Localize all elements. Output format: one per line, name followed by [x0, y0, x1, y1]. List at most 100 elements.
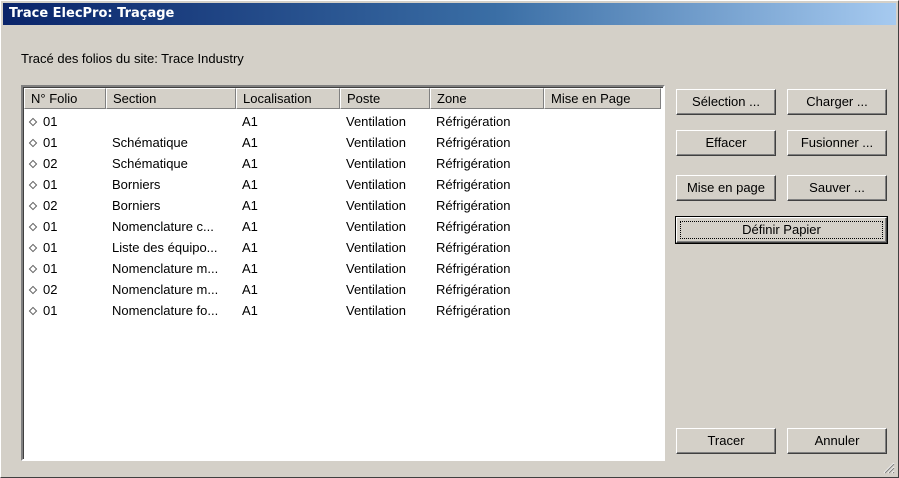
zone-cell-text: Réfrigération [436, 135, 511, 150]
section-cell: Nomenclature c... [106, 216, 236, 237]
section-cell-text: Liste des équipo... [112, 240, 218, 255]
list-item[interactable]: 02 Schématique A1 Ventilation Réfrigération [24, 153, 662, 174]
list-item[interactable]: 02 Nomenclature m... A1 Ventilation Réfrigér… [24, 279, 662, 300]
column-header-localisation[interactable]: Localisation [236, 88, 340, 109]
poste-cell-text: Ventilation [346, 156, 406, 171]
column-header-mise-en-page[interactable]: Mise en Page [544, 88, 661, 109]
section-cell-text: Nomenclature m... [112, 282, 219, 297]
diamond-icon [28, 306, 38, 315]
poste-cell: Ventilation [340, 279, 430, 300]
diamond-icon [28, 243, 38, 252]
list-item[interactable]: 01 Nomenclature fo... A1 Ventilation Réfrigé… [24, 300, 662, 321]
window-title: Trace ElecPro: Traçage [3, 3, 896, 25]
zone-cell-text: Réfrigération [436, 114, 511, 129]
folio-cell-text: 02 [43, 156, 58, 171]
poste-cell: Ventilation [340, 111, 430, 132]
zone-cell-text: Réfrigération [436, 261, 511, 276]
folio-list[interactable]: N° Folio Section Localisation Poste Zone… [21, 85, 665, 461]
tracer-button[interactable]: Tracer [676, 428, 776, 454]
selection-button[interactable]: Sélection ... [676, 89, 776, 115]
folio-cell: 01 [24, 258, 106, 279]
resize-grip-icon[interactable] [883, 462, 895, 474]
list-item[interactable]: 01 Liste des équipo... A1 Ventilation Réfrig… [24, 237, 662, 258]
list-item[interactable]: 01 A1 Ventilation Réfrigération [24, 111, 662, 132]
list-item[interactable]: 01 Nomenclature c... A1 Ventilation Réfrigér… [24, 216, 662, 237]
zone-cell: Réfrigération [430, 300, 544, 321]
column-header-folio[interactable]: N° Folio [24, 88, 106, 109]
folio-cell-text: 01 [43, 303, 58, 318]
localisation-cell-text: A1 [242, 282, 258, 297]
zone-cell: Réfrigération [430, 279, 544, 300]
mise-en-page-cell [544, 111, 661, 132]
localisation-cell-text: A1 [242, 114, 258, 129]
column-header-poste[interactable]: Poste [340, 88, 430, 109]
localisation-cell: A1 [236, 132, 340, 153]
poste-cell: Ventilation [340, 216, 430, 237]
zone-cell: Réfrigération [430, 237, 544, 258]
poste-cell-text: Ventilation [346, 177, 406, 192]
localisation-cell: A1 [236, 153, 340, 174]
column-header-section[interactable]: Section [106, 88, 236, 109]
section-cell-text: Borniers [112, 177, 161, 192]
localisation-cell: A1 [236, 279, 340, 300]
trace-window: Trace ElecPro: Traçage Tracé des folios … [0, 0, 899, 478]
folio-cell: 01 [24, 111, 106, 132]
poste-cell: Ventilation [340, 153, 430, 174]
diamond-icon [28, 222, 38, 231]
mise-en-page-cell [544, 237, 661, 258]
list-item[interactable]: 02 Borniers A1 Ventilation Réfrigération [24, 195, 662, 216]
column-header-zone[interactable]: Zone [430, 88, 544, 109]
poste-cell: Ventilation [340, 258, 430, 279]
section-cell-text: Schématique [112, 135, 188, 150]
focus-ring [680, 221, 883, 239]
section-cell: Nomenclature fo... [106, 300, 236, 321]
section-cell: Schématique [106, 132, 236, 153]
folio-cell: 01 [24, 174, 106, 195]
zone-cell-text: Réfrigération [436, 198, 511, 213]
diamond-icon [28, 264, 38, 273]
fusionner-button[interactable]: Fusionner ... [787, 130, 887, 156]
folio-cell-text: 02 [43, 282, 58, 297]
poste-cell: Ventilation [340, 174, 430, 195]
mise-en-page-cell [544, 258, 661, 279]
diamond-icon [28, 159, 38, 168]
list-item[interactable]: 01 Nomenclature m... A1 Ventilation Réfrigér… [24, 258, 662, 279]
folio-cell-text: 01 [43, 135, 58, 150]
diamond-icon [28, 138, 38, 147]
poste-cell: Ventilation [340, 195, 430, 216]
poste-cell: Ventilation [340, 237, 430, 258]
section-cell: Borniers [106, 174, 236, 195]
folio-cell-text: 01 [43, 114, 58, 129]
sauver-button[interactable]: Sauver ... [787, 175, 887, 201]
diamond-icon [28, 117, 38, 126]
localisation-cell: A1 [236, 258, 340, 279]
poste-cell-text: Ventilation [346, 219, 406, 234]
localisation-cell-text: A1 [242, 177, 258, 192]
list-item[interactable]: 01 Schématique A1 Ventilation Réfrigération [24, 132, 662, 153]
folio-cell: 02 [24, 153, 106, 174]
section-cell: Schématique [106, 153, 236, 174]
list-item[interactable]: 01 Borniers A1 Ventilation Réfrigération [24, 174, 662, 195]
effacer-button[interactable]: Effacer [676, 130, 776, 156]
annuler-button[interactable]: Annuler [787, 428, 887, 454]
folio-cell-text: 01 [43, 261, 58, 276]
zone-cell-text: Réfrigération [436, 282, 511, 297]
definir-papier-button[interactable]: Définir Papier [675, 216, 888, 244]
mise-en-page-cell [544, 300, 661, 321]
charger-button[interactable]: Charger ... [787, 89, 887, 115]
poste-cell-text: Ventilation [346, 282, 406, 297]
folio-cell-text: 01 [43, 177, 58, 192]
poste-cell-text: Ventilation [346, 240, 406, 255]
zone-cell-text: Réfrigération [436, 240, 511, 255]
folio-cell: 01 [24, 237, 106, 258]
zone-cell: Réfrigération [430, 195, 544, 216]
poste-cell-text: Ventilation [346, 261, 406, 276]
localisation-cell: A1 [236, 174, 340, 195]
localisation-cell-text: A1 [242, 219, 258, 234]
localisation-cell: A1 [236, 237, 340, 258]
localisation-cell: A1 [236, 216, 340, 237]
mise-en-page-button[interactable]: Mise en page [676, 175, 776, 201]
zone-cell: Réfrigération [430, 153, 544, 174]
list-rows: 01 A1 Ventilation Réfrigération 01 Schématiqu… [24, 111, 662, 321]
mise-en-page-cell [544, 153, 661, 174]
